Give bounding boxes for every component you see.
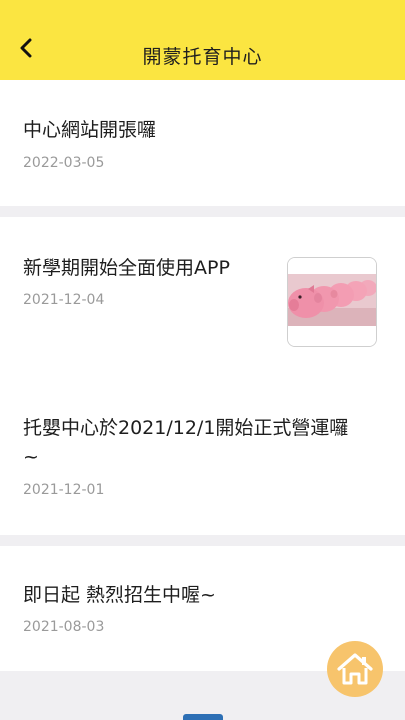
home-icon: [337, 653, 373, 685]
post-item[interactable]: 托嬰中心於2021/12/1開始正式營運囉 ~ 2021-12-01: [0, 375, 405, 535]
post-item[interactable]: 新學期開始全面使用APP 2021-12-04: [0, 217, 405, 379]
post-thumbnail: [287, 257, 377, 347]
post-date: 2021-08-03: [23, 619, 105, 635]
post-title: 中心網站開張囉: [23, 119, 157, 141]
home-button[interactable]: [327, 641, 383, 697]
app-header: 開蒙托育中心: [0, 0, 405, 80]
post-date: 2021-12-04: [23, 292, 105, 308]
post-date: 2022-03-05: [23, 155, 105, 171]
post-title: 即日起 熱烈招生中喔~: [23, 584, 216, 606]
post-title: 托嬰中心於2021/12/1開始正式營運囉: [23, 417, 349, 439]
post-title-continued: ~: [23, 446, 39, 468]
bottom-indicator: [183, 714, 223, 720]
post-date: 2021-12-01: [23, 482, 105, 498]
post-item[interactable]: 中心網站開張囉 2022-03-05: [0, 80, 405, 206]
page-title: 開蒙托育中心: [142, 46, 263, 68]
post-title: 新學期開始全面使用APP: [23, 257, 230, 279]
piggy-bank-image: [288, 258, 376, 346]
